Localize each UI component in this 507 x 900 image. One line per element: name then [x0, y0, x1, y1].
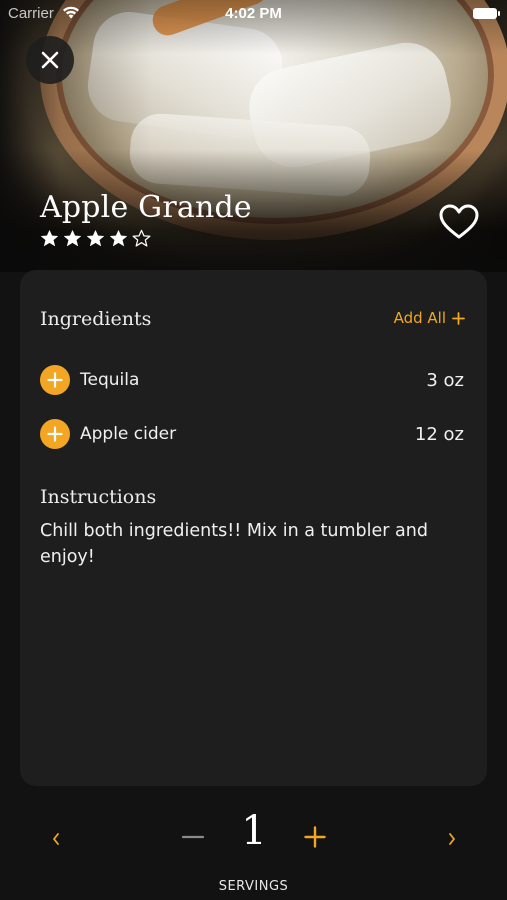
add-all-label: Add All — [393, 309, 446, 327]
add-ingredient-button[interactable] — [40, 365, 70, 395]
plus-icon — [47, 426, 63, 442]
star-outline-icon — [132, 229, 151, 247]
plus-icon — [47, 372, 63, 388]
add-all-button[interactable]: Add All — [394, 309, 465, 327]
increase-servings-button[interactable] — [300, 820, 330, 854]
ingredients-heading: Ingredients — [40, 308, 152, 330]
plus-icon — [304, 826, 326, 848]
battery-icon — [473, 8, 500, 19]
add-ingredient-button[interactable] — [40, 419, 70, 449]
chevron-right-icon — [449, 833, 455, 845]
minus-icon — [182, 835, 204, 839]
ingredient-name: Apple cider — [80, 424, 177, 444]
ingredient-row: Tequila 3 oz — [40, 364, 464, 396]
star-filled-icon — [86, 230, 105, 247]
star-filled-icon — [109, 230, 128, 247]
next-recipe-button[interactable] — [437, 822, 467, 856]
status-bar: Carrier 4:02 PM — [0, 0, 507, 28]
star-filled-icon — [63, 230, 82, 247]
ingredient-name: Tequila — [80, 370, 140, 390]
star-filled-icon — [40, 230, 59, 247]
recipe-details-card: Ingredients Add All Tequila 3 oz Apple c… — [20, 270, 487, 786]
ingredient-amount: 12 oz — [414, 423, 464, 445]
decrease-servings-button[interactable] — [178, 820, 208, 854]
servings-label: SERVINGS — [218, 879, 289, 894]
status-time: 4:02 PM — [225, 5, 282, 22]
favorite-button[interactable] — [437, 200, 481, 244]
servings-count: 1 — [241, 808, 267, 854]
plus-icon — [452, 311, 465, 325]
close-button[interactable] — [26, 36, 74, 84]
ingredient-amount: 3 oz — [426, 369, 464, 391]
previous-recipe-button[interactable] — [41, 822, 71, 856]
chevron-left-icon — [53, 833, 59, 845]
heart-outline-icon — [439, 204, 479, 239]
instructions-text: Chill both ingredients!! Mix in a tumble… — [40, 521, 428, 567]
recipe-title: Apple Grande — [40, 190, 252, 225]
ingredient-row: Apple cider 12 oz — [40, 418, 464, 450]
instructions-heading: Instructions — [40, 486, 157, 508]
star-rating — [40, 229, 151, 248]
close-icon — [41, 51, 59, 69]
